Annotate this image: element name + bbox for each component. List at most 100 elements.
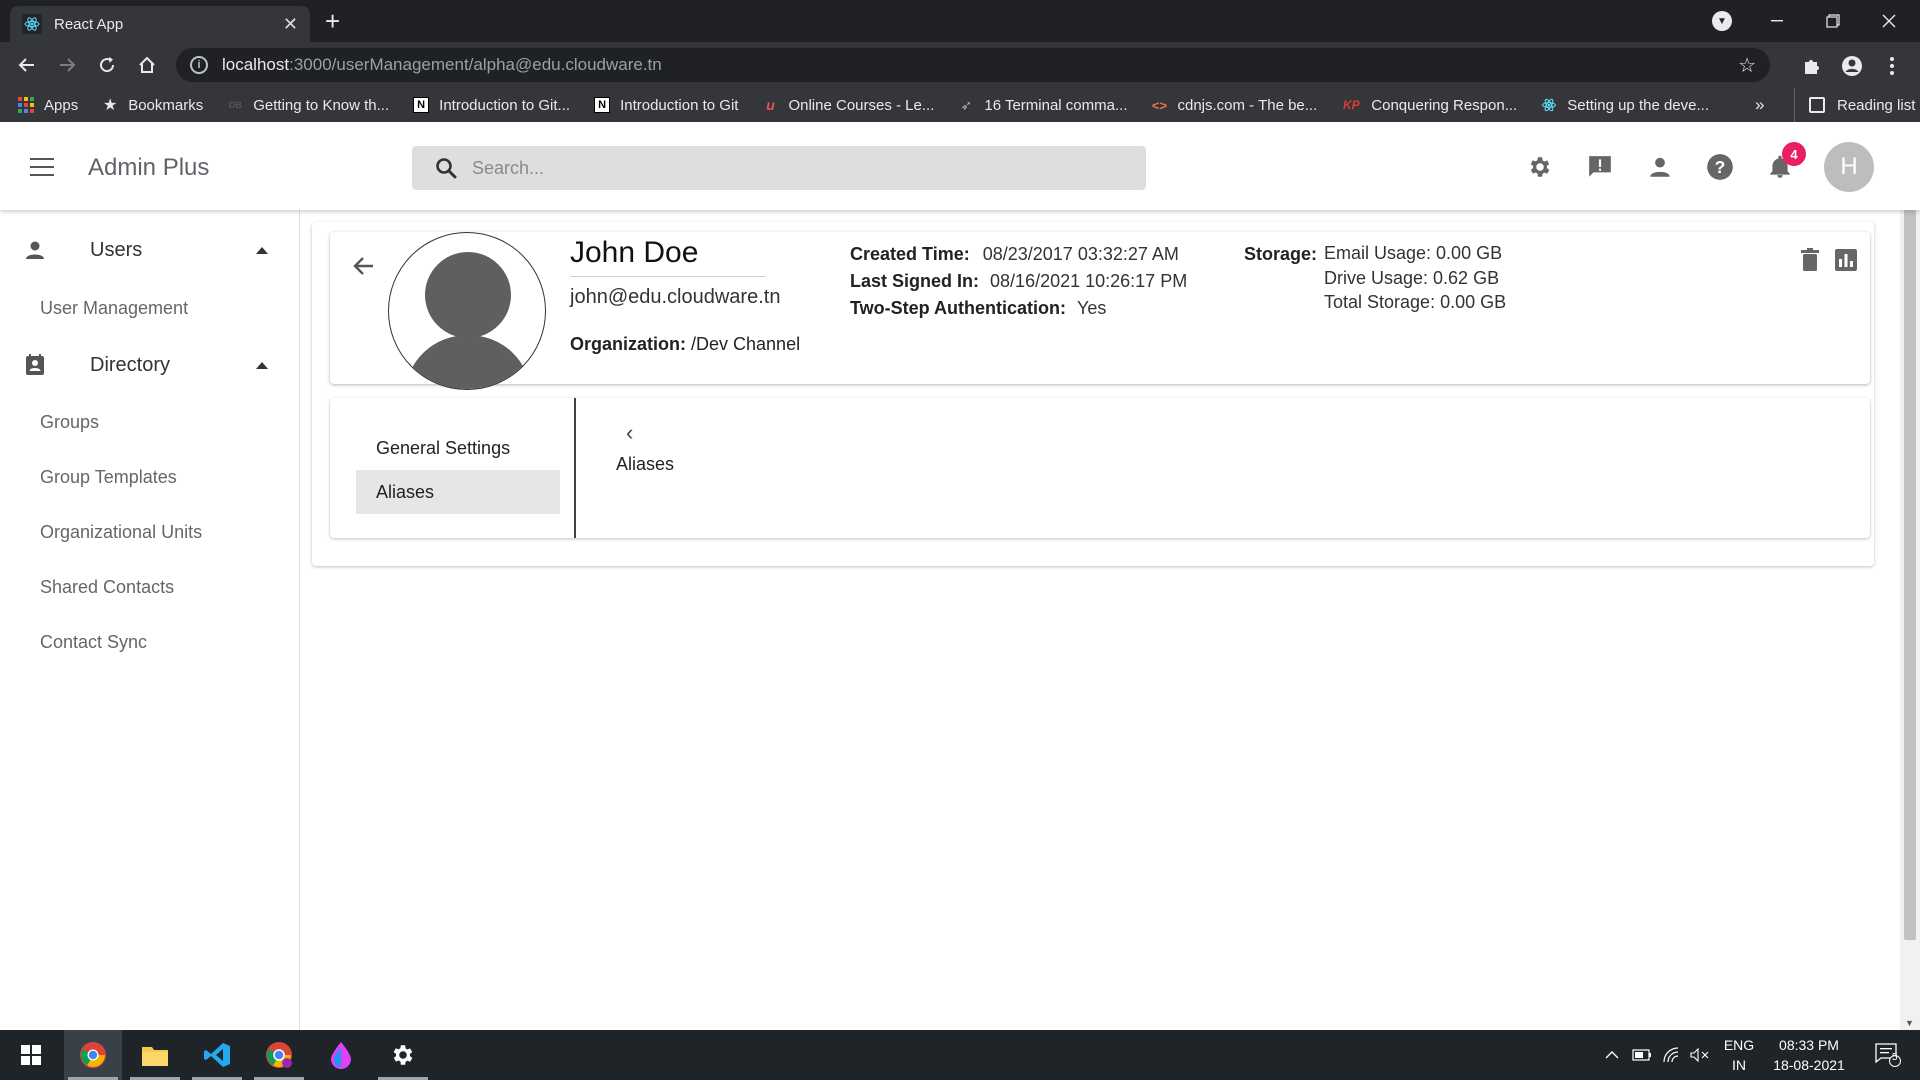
volume-muted-icon[interactable] [1688,1030,1712,1080]
chrome-taskbar-icon[interactable] [64,1030,122,1080]
windows-start-icon[interactable] [2,1030,60,1080]
sidebar-group-users[interactable]: Users [0,225,300,275]
total-storage: Total Storage: 0.00 GB [1324,292,1507,312]
sidebar: Users User Management Directory Groups G… [0,210,300,1030]
back-arrow-icon[interactable] [12,50,42,80]
extensions-puzzle-icon[interactable] [1800,54,1824,78]
window-close-button[interactable] [1862,0,1916,42]
sidebar-item-organizational-units[interactable]: Organizational Units [40,522,202,543]
url-text[interactable]: localhost:3000/userManagement/alpha@edu.… [222,55,1738,75]
browser-menu-icon[interactable] [1880,54,1904,78]
action-center-icon[interactable]: 5 [1868,1030,1908,1080]
bookmark-item[interactable]: <> cdnjs.com - The be... [1151,97,1317,114]
feedback-icon[interactable] [1585,152,1615,182]
two-step-label: Two-Step Authentication: [850,298,1066,318]
windows-taskbar: ENG IN 08:33 PM 18-08-2021 5 [0,1030,1920,1080]
back-arrow-icon[interactable] [348,250,380,282]
sidebar-item-shared-contacts[interactable]: Shared Contacts [40,577,174,598]
vscode-icon[interactable] [188,1030,246,1080]
bookmark-item[interactable]: N Introduction to Git... [413,97,570,114]
language-indicator[interactable]: ENG IN [1714,1035,1764,1075]
more-bookmarks-chevron-icon[interactable]: » [1755,88,1764,122]
reading-list-button[interactable]: Reading list [1794,88,1915,122]
bookmark-item[interactable]: ➶ 16 Terminal comma... [958,96,1128,114]
file-explorer-icon[interactable] [126,1030,184,1080]
address-bar[interactable]: i localhost:3000/userManagement/alpha@ed… [176,48,1770,82]
bookmark-star-icon[interactable]: ☆ [1738,53,1756,78]
bar-chart-icon[interactable] [1832,246,1860,274]
notion-icon: N [594,97,611,113]
caret-up-icon [256,361,268,369]
action-center-count: 5 [1892,1052,1898,1063]
tab-search-icon[interactable]: ▼ [1712,11,1732,31]
bookmark-item[interactable]: u Online Courses - Le... [762,97,934,114]
search-input[interactable] [472,157,1072,179]
new-tab-button[interactable]: + [325,6,340,36]
page-scrollbar[interactable]: ▼ [1900,210,1920,1030]
profile-account-icon[interactable] [1840,54,1864,78]
bookmark-label: 16 Terminal comma... [984,96,1128,114]
language-code: ENG [1723,1037,1755,1053]
restore-button[interactable] [1806,0,1860,42]
organization-label: Organization: [570,334,686,354]
settings-nav-general[interactable]: General Settings [356,426,560,470]
user-settings-card: General Settings Aliases ‹ Aliases [330,398,1870,538]
scrollbar-thumb[interactable] [1904,210,1916,940]
aliases-panel-title: Aliases [616,454,675,474]
scroll-down-arrow-icon[interactable]: ▼ [1905,1018,1914,1028]
settings-nav-aliases[interactable]: Aliases [356,470,560,514]
clock-date: 18-08-2021 [1773,1057,1845,1073]
user-detail-container: John Doe john@edu.cloudware.tn Organizat… [312,222,1874,566]
bookmark-item[interactable]: DB Getting to Know th... [227,97,389,114]
user-avatar[interactable]: H [1824,142,1874,192]
language-region: IN [1732,1057,1746,1073]
sidebar-item-group-templates[interactable]: Group Templates [40,467,177,488]
minimize-button[interactable] [1750,0,1804,42]
bookmark-item[interactable]: Setting up the deve... [1541,97,1709,114]
person-icon [22,237,48,263]
paint-drop-icon[interactable] [312,1030,370,1080]
bookmark-label: Getting to Know th... [253,96,390,114]
bookmark-label: Setting up the deve... [1567,96,1709,114]
sidebar-group-directory[interactable]: Directory [0,340,300,390]
menu-hamburger-icon[interactable] [30,158,54,176]
contacts-book-icon [22,352,48,378]
clock[interactable]: 08:33 PM 18-08-2021 [1764,1035,1854,1075]
sidebar-item-contact-sync[interactable]: Contact Sync [40,632,147,653]
sidebar-item-user-management[interactable]: User Management [40,298,188,319]
bookmark-item[interactable]: KP Conquering Respon... [1341,97,1517,114]
settings-nav: General Settings Aliases [330,398,576,538]
email-usage: Email Usage: 0.00 GB [1324,243,1503,263]
search-bar[interactable] [412,146,1146,190]
reading-list-icon [1809,97,1825,113]
bookmark-apps[interactable]: Apps [18,97,78,114]
bookmark-label: Bookmarks [128,96,204,114]
last-signed-in-value: 08/16/2021 10:26:17 PM [990,271,1188,291]
chevron-left-icon[interactable]: ‹ [626,420,633,446]
site-info-icon[interactable]: i [190,56,208,74]
chrome-profile-taskbar-icon[interactable] [250,1030,308,1080]
bookmark-label: Online Courses - Le... [788,96,935,114]
bookmark-item[interactable]: N Introduction to Git [594,97,738,114]
kp-icon: KP [1342,98,1360,112]
app-header: Admin Plus ? 4 H [0,122,1920,210]
account-person-icon[interactable] [1645,152,1675,182]
bookmark-label: Apps [44,96,79,114]
help-icon[interactable]: ? [1705,152,1735,182]
browser-tab[interactable]: React App ✕ [10,6,310,42]
settings-gear-taskbar-icon[interactable] [374,1030,432,1080]
network-icon[interactable] [1660,1030,1684,1080]
reload-icon[interactable] [92,50,122,80]
profile-photo-placeholder [388,232,546,390]
tray-chevron-up-icon[interactable] [1600,1030,1624,1080]
delete-trash-icon[interactable] [1796,246,1824,274]
svg-text:?: ? [1715,157,1726,177]
sidebar-item-groups[interactable]: Groups [40,412,99,433]
bookmark-bookmarks[interactable]: ★ Bookmarks [102,96,204,115]
battery-icon[interactable] [1630,1030,1654,1080]
settings-gear-icon[interactable] [1525,152,1555,182]
tab-close-icon[interactable]: ✕ [283,14,298,35]
forward-arrow-icon[interactable] [52,50,82,80]
two-step-value: Yes [1077,298,1107,318]
home-icon[interactable] [132,50,162,80]
